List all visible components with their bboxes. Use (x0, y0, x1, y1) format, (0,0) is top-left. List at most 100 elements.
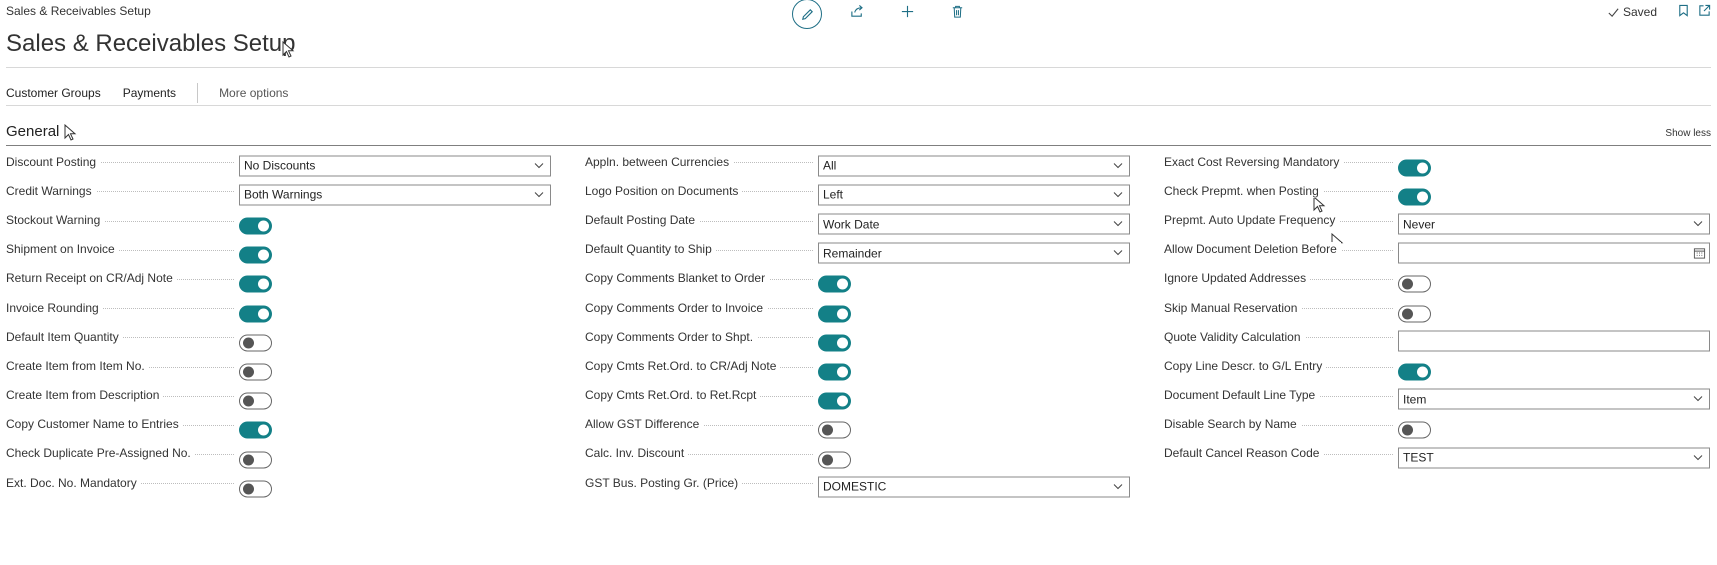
field-label-text: Disable Search by Name (1164, 417, 1301, 432)
field-label-text: Skip Manual Reservation (1164, 300, 1302, 315)
field-label: Disable Search by Name (1164, 417, 1393, 432)
field-label-text: Copy Customer Name to Entries (6, 417, 183, 432)
field-label: Prepmt. Auto Update Frequency (1164, 212, 1393, 227)
skip-manual-reservation-toggle[interactable] (1398, 305, 1431, 323)
field-label: GST Bus. Posting Gr. (Price) (585, 475, 813, 490)
field-label-text: Default Posting Date (585, 212, 700, 227)
field-label-text: Create Item from Item No. (6, 358, 149, 373)
mouse-cursor-icon (282, 41, 296, 59)
chevron-down-icon (1693, 396, 1703, 402)
field-row-quote-validity-calculation: Quote Validity Calculation (0, 322, 1717, 352)
field-label-text: Quote Validity Calculation (1164, 329, 1305, 344)
field-row-allow-document-deletion-before: Allow Document Deletion Before (0, 235, 1717, 264)
page-toolbar (782, 0, 982, 29)
field-label: Allow Document Deletion Before (1164, 242, 1393, 257)
field-label: Check Prepmt. when Posting (1164, 183, 1393, 198)
quote-validity-calculation-input[interactable] (1398, 330, 1710, 352)
field-row-default-cancel-reason-code: Default Cancel Reason Code TEST (0, 439, 1717, 469)
field-label-text: Allow Document Deletion Before (1164, 242, 1341, 257)
field-label-text: Copy Comments Order to Shpt. (585, 329, 758, 344)
chevron-down-icon (1113, 483, 1123, 489)
field-label-text: Copy Comments Order to Invoice (585, 300, 768, 315)
field-column-3: Exact Cost Reversing Mandatory Check Prep… (0, 147, 1717, 469)
ignore-updated-addresses-toggle[interactable] (1398, 275, 1431, 293)
field-label: Quote Validity Calculation (1164, 329, 1393, 344)
chevron-down-icon (1693, 221, 1703, 227)
field-label: Default Cancel Reason Code (1164, 446, 1393, 461)
field-label-text: Logo Position on Documents (585, 183, 743, 198)
field-label-text: Return Receipt on CR/Adj Note (6, 271, 177, 286)
field-row-check-prepmt-when-posting: Check Prepmt. when Posting (0, 176, 1717, 206)
breadcrumb: Sales & Receivables Setup (6, 4, 151, 18)
exact-cost-reversing-mandatory-toggle[interactable] (1398, 159, 1431, 177)
mouse-cursor-icon (64, 124, 78, 142)
field-label-text: Create Item from Description (6, 388, 164, 403)
field-label-text: Check Prepmt. when Posting (1164, 183, 1323, 198)
open-new-window-icon[interactable] (1698, 4, 1711, 20)
calendar-icon[interactable] (1693, 247, 1706, 260)
payments-action[interactable]: Payments (123, 86, 176, 100)
delete-icon (950, 4, 965, 24)
field-label: Document Default Line Type (1164, 388, 1393, 403)
field-label-text: Copy Cmts Ret.Ord. to CR/Adj Note (585, 358, 781, 373)
copy-line-descr-to-g-l-entry-toggle[interactable] (1398, 363, 1431, 381)
field-row-ignore-updated-addresses: Ignore Updated Addresses (0, 264, 1717, 293)
field-label-text: Ignore Updated Addresses (1164, 271, 1311, 286)
field-label-text: Copy Comments Blanket to Order (585, 271, 770, 286)
gst-bus-posting-gr-price-select[interactable]: DOMESTIC (818, 476, 1130, 498)
field-value: TEST (1403, 450, 1434, 465)
field-label: Exact Cost Reversing Mandatory (1164, 154, 1393, 169)
disable-search-by-name-toggle[interactable] (1398, 421, 1431, 439)
page-title: Sales & Receivables Setup (6, 30, 296, 57)
field-label-text: Prepmt. Auto Update Frequency (1164, 212, 1340, 227)
field-label-text: Shipment on Invoice (6, 242, 119, 257)
checkmark-icon (1608, 7, 1619, 17)
header-divider (6, 67, 1711, 68)
field-row-prepmt-auto-update-frequency: Prepmt. Auto Update Frequency Never (0, 205, 1717, 235)
field-label-text: Invoice Rounding (6, 300, 103, 315)
prepmt-auto-update-frequency-select[interactable]: Never (1398, 213, 1710, 235)
check-prepmt-when-posting-toggle[interactable] (1398, 188, 1431, 206)
saved-status: Saved (1607, 5, 1657, 19)
delete-button[interactable] (932, 0, 982, 28)
show-less-link[interactable]: Show less (1665, 128, 1711, 139)
add-icon (900, 4, 915, 24)
field-row-document-default-line-type: Document Default Line Type Item (0, 381, 1717, 410)
field-label-text: Default Cancel Reason Code (1164, 446, 1324, 461)
bookmark-icon[interactable] (1677, 4, 1690, 20)
allow-document-deletion-before-input[interactable] (1398, 242, 1710, 264)
section-title: General (6, 123, 60, 140)
field-label-text: Ext. Doc. No. Mandatory (6, 475, 141, 490)
share-icon (850, 4, 865, 24)
field-label-text: Check Duplicate Pre-Assigned No. (6, 446, 195, 461)
field-label: Copy Cmts Ret.Ord. to CR/Adj Note (585, 358, 813, 373)
field-label-text: Default Quantity to Ship (585, 242, 716, 257)
field-label: Ignore Updated Addresses (1164, 271, 1393, 286)
edit-icon (792, 0, 822, 29)
edit-button[interactable] (782, 0, 832, 29)
field-label-text: Discount Posting (6, 154, 101, 169)
field-label-text: Default Item Quantity (6, 329, 123, 344)
general-section-header[interactable]: General Show less (6, 118, 1711, 146)
field-value: DOMESTIC (823, 479, 887, 494)
field-label: Skip Manual Reservation (1164, 300, 1393, 315)
more-options-action[interactable]: More options (219, 86, 288, 100)
customer-groups-action[interactable]: Customer Groups (6, 86, 101, 100)
chevron-down-icon (1693, 454, 1703, 460)
field-value: Never (1403, 217, 1436, 232)
field-row-disable-search-by-name: Disable Search by Name (0, 410, 1717, 439)
field-row-gst-bus-posting-gr-price: GST Bus. Posting Gr. (Price) DOMESTIC (0, 468, 1140, 498)
top-right-actions: Saved (1607, 4, 1711, 20)
share-button[interactable] (832, 0, 882, 28)
new-button[interactable] (882, 0, 932, 28)
field-label-text: Credit Warnings (6, 183, 96, 198)
field-label-text: Calc. Inv. Discount (585, 446, 689, 461)
field-value: Item (1403, 392, 1427, 407)
actionbar-divider (6, 105, 1711, 106)
default-cancel-reason-code-select[interactable]: TEST (1398, 447, 1710, 469)
mouse-cursor-icon (1313, 196, 1327, 214)
saved-label: Saved (1622, 5, 1657, 19)
document-default-line-type-select[interactable]: Item (1398, 388, 1710, 410)
field-label-text: Exact Cost Reversing Mandatory (1164, 154, 1344, 169)
field-label-text: Allow GST Difference (585, 417, 704, 432)
